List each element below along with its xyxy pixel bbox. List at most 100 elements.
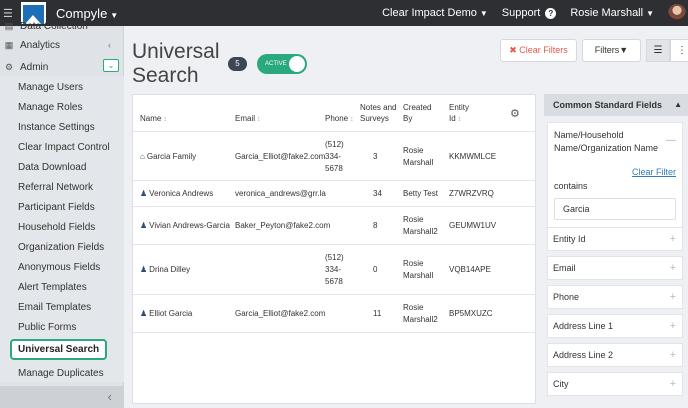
menu-icon[interactable]: ☰ <box>3 7 17 20</box>
app-switcher[interactable]: Compyle ▼ <box>56 6 118 21</box>
clear-filters-button[interactable]: ✖ Clear Filters <box>500 39 577 62</box>
column-entity-label-1: Entity <box>449 103 470 112</box>
row-name: Drina Dilley <box>149 265 191 274</box>
row-notes-count: 34 <box>373 189 382 198</box>
person-icon: ♟ <box>140 189 148 198</box>
minus-icon[interactable]: — <box>666 135 676 146</box>
row-entity-id: KKMWMLCE <box>449 152 497 161</box>
sidebar-item-public-forms[interactable]: Public Forms <box>18 322 76 333</box>
plus-icon: + <box>669 262 676 274</box>
home-icon: ⌂ <box>140 152 145 161</box>
avatar[interactable] <box>668 4 686 22</box>
sidebar-item-universal-search[interactable]: Universal Search <box>10 339 108 360</box>
chevron-up-icon: ▲ <box>674 100 682 109</box>
user-menu[interactable]: Rosie Marshall ▼ <box>570 7 654 19</box>
filter-icon: ▼ <box>619 45 629 55</box>
column-phone[interactable]: Phone ↕ <box>325 113 354 125</box>
name-filter: Name/Household Name/Organization Name — … <box>547 122 683 229</box>
active-toggle[interactable]: ACTIVE <box>257 54 307 74</box>
sidebar-item-instance-settings[interactable]: Instance Settings <box>18 122 95 133</box>
row-created-1: Rosie <box>403 146 424 155</box>
sidebar-item-data-download[interactable]: Data Download <box>18 162 86 173</box>
sidebar-item-anonymous-fields[interactable]: Anonymous Fields <box>18 262 100 273</box>
sort-icon: ↕ <box>163 116 167 123</box>
column-notes-label-2: Surveys <box>360 114 389 123</box>
filter-field-address-line-1[interactable]: Address Line 1 + <box>547 314 683 338</box>
more-options-icon[interactable]: ⋮ <box>670 39 688 62</box>
list-view-icon[interactable]: ☰ <box>646 39 670 62</box>
column-email[interactable]: Email ↕ <box>235 113 261 125</box>
user-name: Rosie Marshall <box>570 7 644 19</box>
sidebar-item-organization-fields[interactable]: Organization Fields <box>18 242 104 253</box>
column-created-by[interactable]: Created By <box>403 102 431 124</box>
sidebar-item-household-fields[interactable]: Household Fields <box>18 222 95 233</box>
column-phone-label: Phone <box>325 114 349 123</box>
support-label: Support <box>501 7 541 19</box>
row-entity-id: Z7WRZVRQ <box>449 189 494 198</box>
sidebar-item-referral-network[interactable]: Referral Network <box>18 182 93 193</box>
help-icon: ? <box>545 7 557 19</box>
sidebar-item-analytics[interactable]: ▦ Analytics ‹ <box>0 38 124 52</box>
support-link[interactable]: Support? <box>502 7 557 19</box>
sidebar-item-email-templates[interactable]: Email Templates <box>18 302 91 313</box>
sidebar: ▤ Data Collection ▦ Analytics ‹ ⚙ Admin … <box>0 21 124 408</box>
row-phone-1: (512) <box>325 253 344 262</box>
sidebar-item-alert-templates[interactable]: Alert Templates <box>18 282 87 293</box>
collapse-sidebar-button[interactable]: ‹ <box>0 386 124 408</box>
sidebar-item-participant-fields[interactable]: Participant Fields <box>18 202 95 213</box>
table-header: Name ↕ Email ↕ Phone ↕ Notes and Surveys Cre… <box>133 95 537 132</box>
filters-button[interactable]: Filters▼ <box>582 39 641 62</box>
column-entity-label-2: Id <box>449 114 456 123</box>
result-count-badge: 5 <box>228 57 247 71</box>
sidebar-item-manage-users[interactable]: Manage Users <box>18 82 83 93</box>
table-row[interactable]: ⌂ Garcia Family Garcia_Elliot@fake2.com (… <box>133 133 537 181</box>
column-email-label: Email <box>235 114 256 123</box>
table-row[interactable]: ♟ Vivian Andrews-Garcia Baker_Peyton@fake… <box>133 207 537 245</box>
row-phone-2: 334- <box>325 152 342 161</box>
org-switcher[interactable]: Clear Impact Demo ▼ <box>382 7 488 19</box>
filter-field-email[interactable]: Email + <box>547 256 683 280</box>
row-notes-count: 3 <box>373 152 378 161</box>
chevron-left-icon: ‹ <box>107 389 112 404</box>
row-created-by: Rosie Marshall <box>403 258 433 282</box>
name-filter-label[interactable]: Name/Household Name/Organization Name <box>554 129 664 155</box>
filter-field-phone[interactable]: Phone + <box>547 285 683 309</box>
column-name[interactable]: Name ↕ <box>140 113 167 125</box>
sidebar-item-manage-duplicates[interactable]: Manage Duplicates <box>18 368 104 379</box>
admin-submenu: Manage Users Manage Roles Instance Setti… <box>0 76 124 382</box>
chevron-down-icon: ▼ <box>110 10 119 20</box>
row-created-2: Marshall2 <box>403 227 438 236</box>
table-row[interactable]: ♟ Veronica Andrews veronica_andrews@grr.l… <box>133 181 537 207</box>
column-entity-id[interactable]: Entity Id ↕ <box>449 102 469 125</box>
page-title-line-1: Universal <box>132 40 220 63</box>
sidebar-item-data-collection[interactable]: ▤ Data Collection <box>0 21 124 31</box>
chevron-down-icon: ▼ <box>646 8 654 18</box>
row-email: Garcia_Elliot@fake2.com <box>235 152 326 161</box>
name-filter-input[interactable]: Garcia <box>554 198 676 220</box>
row-notes-count: 8 <box>373 221 378 230</box>
collapse-admin-button[interactable]: ⌄ <box>103 59 119 72</box>
gear-icon[interactable]: ⚙ <box>510 107 520 120</box>
filters-label: Filters <box>594 45 620 55</box>
filter-field-label: Phone <box>553 292 580 302</box>
sidebar-item-manage-roles[interactable]: Manage Roles <box>18 102 82 113</box>
table-row[interactable]: ♟ Elliot Garcia Garcia_Elliot@fake2.com 1… <box>133 295 537 333</box>
filter-section-header[interactable]: Common Standard Fields ▲ <box>544 94 688 116</box>
row-email: Garcia_Elliot@fake2.com <box>235 309 326 318</box>
person-icon: ♟ <box>140 265 148 274</box>
filter-field-entity-id[interactable]: Entity Id + <box>547 227 683 251</box>
filter-field-address-line-2[interactable]: Address Line 2 + <box>547 343 683 367</box>
chevron-down-icon: ▼ <box>479 8 488 18</box>
column-notes[interactable]: Notes and Surveys <box>360 102 396 124</box>
chevron-left-icon: ‹ <box>108 40 111 50</box>
table-row[interactable]: ♟ Drina Dilley (512) 334- 5678 0 Rosie Marsh… <box>133 245 537 295</box>
row-name: Elliot Garcia <box>149 309 193 318</box>
row-created-1: Rosie <box>403 215 424 224</box>
row-created-1: Rosie <box>403 259 424 268</box>
column-name-label: Name <box>140 114 162 123</box>
filter-field-city[interactable]: City + <box>547 372 683 396</box>
sidebar-item-clear-impact-control[interactable]: Clear Impact Control <box>18 142 110 153</box>
clear-filters-label: Clear Filters <box>519 45 568 55</box>
row-created-by: Rosie Marshall2 <box>403 302 438 326</box>
clear-filter-link[interactable]: Clear Filter <box>632 167 676 177</box>
